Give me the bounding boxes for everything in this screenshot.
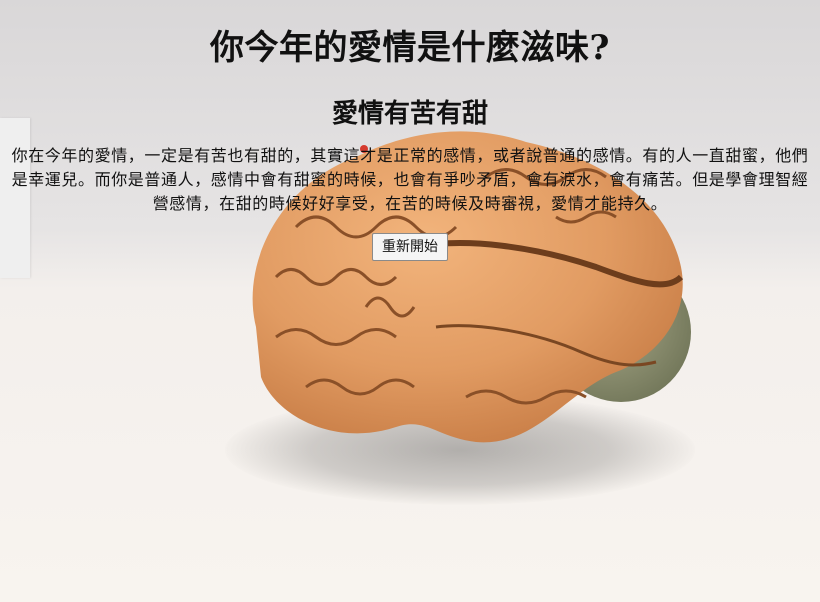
- restart-button[interactable]: 重新開始: [372, 233, 448, 261]
- page-title: 你今年的愛情是什麼滋味?: [210, 28, 610, 68]
- quiz-result-panel: 你今年的愛情是什麼滋味? 愛情有苦有甜 你在今年的愛情，一定是有苦也有甜的，其實…: [0, 0, 820, 261]
- result-description: 你在今年的愛情，一定是有苦也有甜的，其實這才是正常的感情，或者說普通的感情。有的…: [11, 146, 809, 213]
- result-title: 愛情有苦有甜: [331, 99, 488, 129]
